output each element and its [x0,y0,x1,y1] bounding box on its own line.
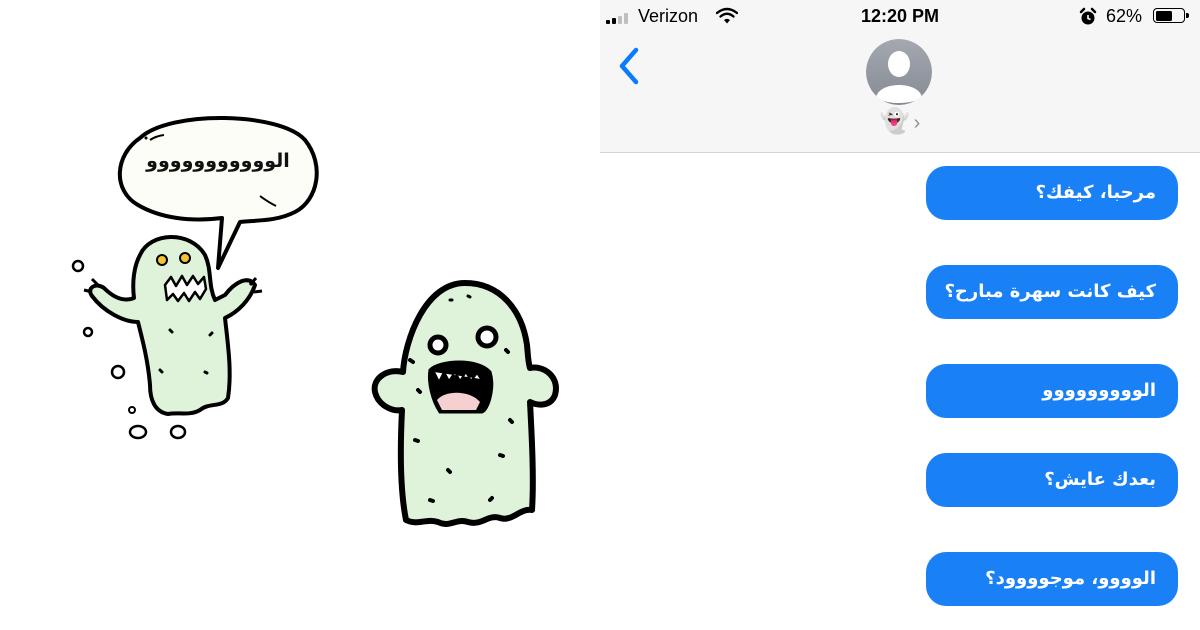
chevron-right-icon: › [913,112,921,134]
message-bubble[interactable]: الووووووووو [926,364,1178,418]
speech-bubble-text: الووووووووووو [146,150,290,172]
ghost-drawing [71,116,559,527]
contact-avatar[interactable] [866,39,932,105]
battery-percent: 62% [1106,6,1143,26]
status-bar: Verizon 12:20 PM 62% [600,0,1200,34]
contact-name: 👻 [879,107,910,135]
big-ghost-icon [371,280,559,527]
alarm-icon [1079,7,1097,25]
message-bubble[interactable]: مرحبا، كيفك؟ [926,166,1178,220]
ghost-illustration: الووووووووووو [0,0,600,630]
message-bubble[interactable]: الوووو، موجوووود؟ [926,552,1178,606]
message-bubble[interactable]: كيف كانت سهرة مبارح؟ [926,265,1178,319]
contact-name-row[interactable]: 👻 › [600,107,1200,135]
message-bubble[interactable]: بعدك عايش؟ [926,453,1178,507]
messages-screen: Verizon 12:20 PM 62% 👻 › مرحبا، كيفك؟ كي… [600,0,1200,630]
chevron-left-icon[interactable] [614,46,644,86]
small-ghost-icon [71,235,263,440]
battery-level-fill [1155,10,1173,21]
battery-icon [1153,8,1189,23]
conversation-header: Verizon 12:20 PM 62% 👻 › [600,0,1200,153]
